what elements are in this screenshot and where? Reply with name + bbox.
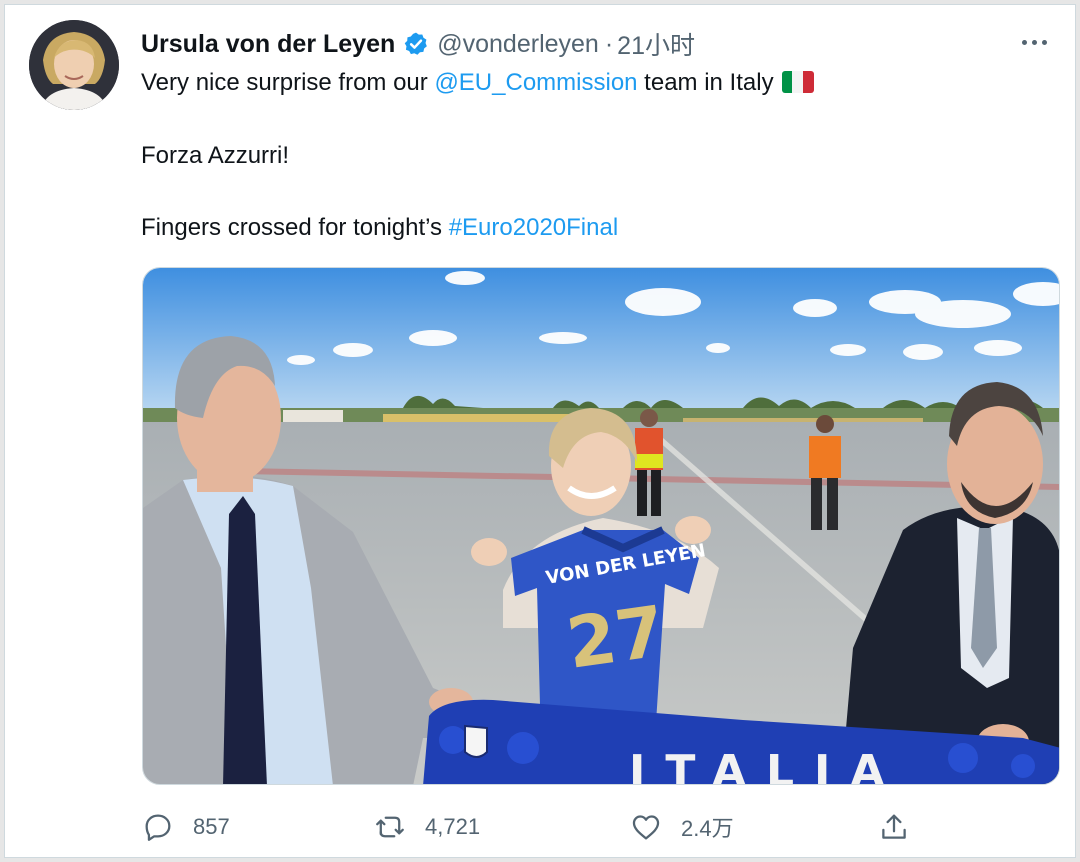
heart-icon	[632, 815, 660, 840]
author-handle[interactable]: @vonderleyen	[437, 30, 599, 59]
tweet-text-line-3: Fingers crossed for tonight’s #Euro2020F…	[141, 213, 618, 243]
italy-flag-emoji	[781, 71, 814, 93]
reply-icon	[145, 814, 171, 841]
tweet-text-line-2: Forza Azzurri!	[141, 142, 290, 169]
tweet-text: Very nice surprise from our	[141, 69, 435, 96]
tweet-card[interactable]: Ursula von der Leyen @vonderleyen · 21小时…	[4, 4, 1076, 858]
author-name[interactable]: Ursula von der Leyen	[141, 30, 395, 59]
tweet-actions: 857 4,721 2.4万	[141, 805, 921, 849]
tweet-text: team in Italy	[637, 69, 774, 96]
reply-button[interactable]: 857	[141, 805, 230, 849]
like-count: 2.4万	[681, 816, 734, 841]
scarf-text: ITALIA	[629, 746, 904, 785]
tweet-timestamp[interactable]: 21小时	[617, 26, 695, 62]
verified-badge-icon	[404, 32, 428, 55]
like-button[interactable]: 2.4万	[629, 805, 734, 849]
retweet-count: 4,721	[425, 814, 481, 839]
mention-link[interactable]: @EU_Commission	[434, 69, 637, 96]
reply-count: 857	[193, 814, 230, 839]
retweet-button[interactable]: 4,721	[373, 805, 480, 849]
retweet-icon	[376, 816, 404, 838]
separator-dot: ·	[604, 29, 614, 58]
tweet-text-line-1: Very nice surprise from our @EU_Commissi…	[141, 68, 814, 98]
tweet-header: Ursula von der Leyen @vonderleyen · 21小时	[141, 26, 695, 62]
more-icon[interactable]	[1015, 27, 1053, 57]
tweet-photo[interactable]: VON DER LEYEN 27 ITALIA	[142, 267, 1060, 785]
jersey-number-text: 27	[562, 590, 670, 685]
author-avatar[interactable]	[29, 20, 119, 110]
share-icon	[882, 814, 906, 839]
share-button[interactable]	[877, 805, 911, 849]
hashtag-link[interactable]: #Euro2020Final	[449, 214, 618, 241]
tweet-text: Fingers crossed for tonight’s	[141, 214, 449, 241]
